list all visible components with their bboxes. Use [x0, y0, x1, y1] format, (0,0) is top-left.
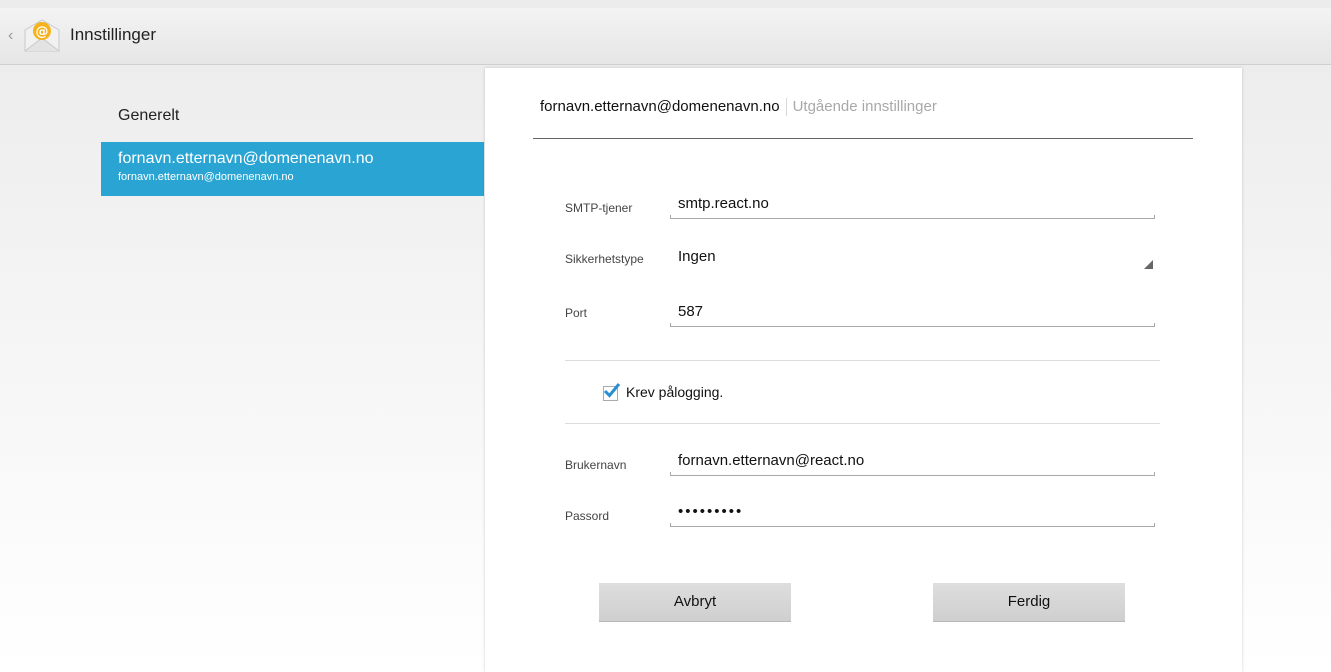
done-button[interactable]: Ferdig [933, 583, 1125, 622]
breadcrumb-account[interactable]: fornavn.etternavn@domenenavn.no [540, 98, 780, 115]
smtp-server-value: smtp.react.no [678, 195, 769, 212]
smtp-label: SMTP-tjener [565, 201, 633, 215]
port-label: Port [565, 306, 588, 320]
username-label: Brukernavn [565, 458, 627, 472]
breadcrumb-separator [785, 98, 787, 116]
sidebar-account-email: fornavn.etternavn@domenenavn.no [118, 171, 294, 183]
sidebar-item-account[interactable]: fornavn.etternavn@domenenavn.no fornavn.… [101, 142, 484, 196]
settings-panel: fornavn.etternavn@domenenavn.no Utgående … [485, 68, 1242, 672]
security-type-value: Ingen [678, 248, 716, 265]
password-value: ••••••••• [678, 503, 744, 520]
password-label: Passord [565, 509, 610, 523]
require-login-label[interactable]: Krev pålogging. [626, 384, 723, 400]
svg-text:@: @ [36, 25, 49, 40]
security-type-label: Sikkerhetstype [565, 252, 644, 266]
section-divider [565, 360, 1160, 361]
username-field[interactable]: fornavn.etternavn@react.no [670, 446, 1155, 476]
username-value: fornavn.etternavn@react.no [678, 452, 865, 469]
port-field[interactable]: 587 [670, 297, 1155, 327]
breadcrumb: fornavn.etternavn@domenenavn.no Utgående … [540, 98, 937, 116]
dropdown-triangle-icon [1144, 260, 1153, 269]
header-divider [533, 138, 1193, 139]
sidebar-item-general[interactable]: Generelt [118, 107, 179, 125]
section-divider [565, 423, 1160, 424]
app-title: Innstillinger [70, 25, 156, 44]
action-bar: ‹ @ Innstillinger [0, 8, 1331, 65]
security-type-select[interactable]: Ingen [670, 242, 1155, 272]
require-login-checkbox[interactable] [603, 383, 621, 401]
checkmark-icon [603, 383, 621, 398]
smtp-server-field[interactable]: smtp.react.no [670, 189, 1155, 219]
cancel-button[interactable]: Avbryt [599, 583, 791, 622]
port-value: 587 [678, 303, 704, 320]
breadcrumb-section: Utgående innstillinger [792, 98, 937, 115]
back-chevron-icon[interactable]: ‹ [8, 26, 18, 46]
email-app-icon[interactable]: @ [22, 18, 62, 54]
sidebar-account-name: fornavn.etternavn@domenenavn.no [118, 150, 374, 167]
password-field[interactable]: ••••••••• [670, 497, 1155, 527]
